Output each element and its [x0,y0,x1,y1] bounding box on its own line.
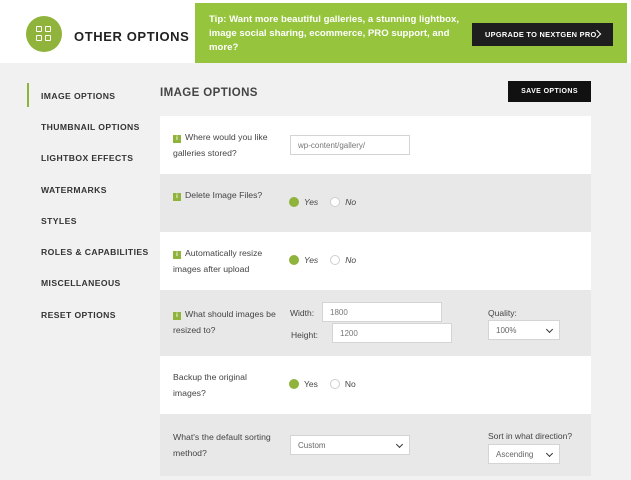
quality-value: 100% [496,325,517,335]
upgrade-button[interactable]: UPGRADE TO NEXTGEN PRO [472,23,613,46]
sidebar-item-label: IMAGE OPTIONS [41,90,116,101]
auto-resize-radio-group: Yes No [289,255,368,265]
quality-label: Quality: [488,308,517,318]
gallery-path-input[interactable]: wp-content/gallery/ [290,135,410,155]
gallery-path-label: i Where would you like galleries stored? [173,132,268,158]
delete-files-no-radio[interactable] [330,197,341,207]
auto-resize-yes-radio[interactable] [289,255,299,265]
width-label: Width: [290,308,315,318]
sidebar-item-miscellaneous[interactable]: MISCELLANEOUS [27,268,162,299]
sidebar-item-label: LIGHTBOX EFFECTS [41,153,134,164]
yes-label: Yes [304,379,318,389]
info-icon[interactable]: i [173,193,181,201]
backup-label: Backup the original images? [173,372,247,398]
info-icon[interactable]: i [173,251,181,259]
logo [26,16,62,52]
sort-direction-select[interactable]: Ascending [488,444,560,464]
auto-resize-label: i Automatically resize images after uploa… [173,248,263,274]
info-icon[interactable]: i [173,135,181,143]
backup-no-radio[interactable] [329,379,340,389]
no-label: No [345,255,357,265]
height-input[interactable]: 1200 [332,323,452,343]
sidebar-item-styles[interactable]: STYLES [27,205,162,236]
sorting-row: What's the default sorting method? Custo… [160,414,591,476]
height-label: Height: [291,330,318,340]
sort-direction-value: Ascending [496,449,534,459]
sorting-method-label: What's the default sorting method? [173,432,271,458]
width-input[interactable]: 1800 [322,302,442,322]
delete-files-row: i Delete Image Files? Yes No [160,174,591,232]
upgrade-button-label: UPGRADE TO NEXTGEN PRO [485,30,597,39]
no-label: No [345,197,357,207]
sidebar-item-label: STYLES [41,215,77,226]
sort-direction-label: Sort in what direction? [488,431,573,441]
section-title: IMAGE OPTIONS [160,87,258,99]
sidebar-item-label: ROLES & CAPABILITIES [41,247,149,258]
delete-files-yes-radio[interactable] [289,197,299,207]
resize-dimensions-label: i What should images be resized to? [173,309,276,335]
backup-yes-radio[interactable] [289,379,299,389]
sidebar-item-image-options[interactable]: IMAGE OPTIONS [27,80,162,111]
sorting-method-select[interactable]: Custom [290,435,410,455]
sidebar-item-label: MISCELLANEOUS [41,278,121,289]
auto-resize-no-radio[interactable] [330,255,341,265]
sidebar-item-label: THUMBNAIL OPTIONS [41,121,140,132]
tip-banner: Tip: Want more beautiful galleries, a st… [195,3,627,63]
sidebar-item-reset-options[interactable]: RESET OPTIONS [27,299,162,330]
delete-files-label: i Delete Image Files? [173,188,273,204]
resize-dimensions-row: i What should images be resized to? Width… [160,290,591,356]
chevron-down-icon [395,440,404,449]
sorting-method-value: Custom [298,440,326,450]
sidebar-item-lightbox-effects[interactable]: LIGHTBOX EFFECTS [27,143,162,174]
auto-resize-row: i Automatically resize images after uploa… [160,232,591,290]
page-title: OTHER OPTIONS [74,29,190,44]
chevron-down-icon [545,325,554,334]
sidebar-item-label: RESET OPTIONS [41,309,116,320]
gallery-path-row: i Where would you like galleries stored? … [160,116,591,174]
chevron-down-icon [545,449,554,458]
save-options-button[interactable]: SAVE OPTIONS [508,81,591,102]
backup-row: Backup the original images? Yes No [160,356,591,414]
sidebar-item-thumbnail-options[interactable]: THUMBNAIL OPTIONS [27,111,162,142]
yes-label: Yes [304,255,319,265]
backup-radio-group: Yes No [289,379,368,389]
tip-text: Tip: Want more beautiful galleries, a st… [209,14,459,53]
sidebar-item-watermarks[interactable]: WATERMARKS [27,174,162,205]
quality-select[interactable]: 100% [488,320,560,340]
yes-label: Yes [304,197,319,207]
sidebar-item-label: WATERMARKS [41,184,107,195]
sidebar: IMAGE OPTIONS THUMBNAIL OPTIONS LIGHTBOX… [27,80,162,330]
no-label: No [344,379,356,389]
delete-files-radio-group: Yes No [289,197,368,207]
sidebar-item-roles-capabilities[interactable]: ROLES & CAPABILITIES [27,236,162,267]
info-icon[interactable]: i [173,312,181,320]
header: OTHER OPTIONS Tip: Want more beautiful g… [0,0,631,63]
grid-icon [36,26,52,42]
